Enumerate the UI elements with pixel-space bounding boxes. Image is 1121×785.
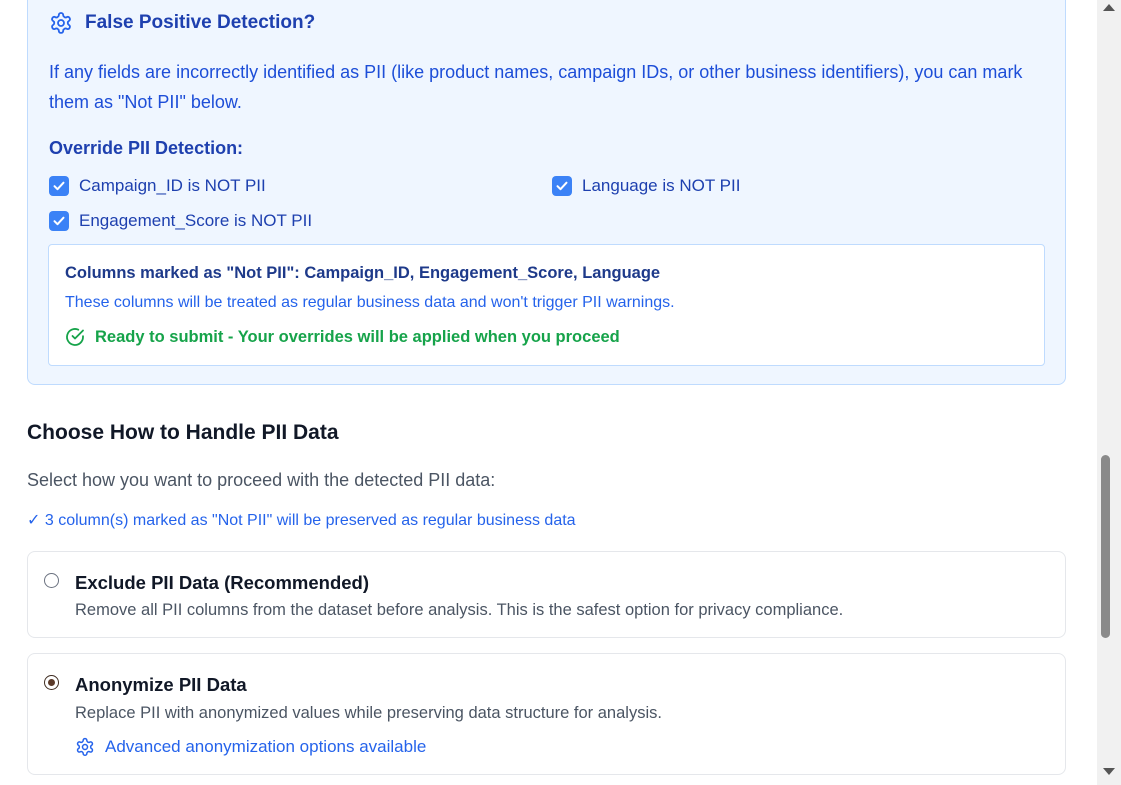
checkbox-checked-icon[interactable] [49,211,69,231]
option-title: Anonymize PII Data [75,674,247,695]
false-positive-title: False Positive Detection? [85,12,316,33]
check-circle-icon [65,327,85,347]
scroll-up-arrow-icon[interactable] [1103,4,1115,11]
radio-exclude[interactable] [44,573,59,588]
checkbox-checked-icon[interactable] [49,176,69,196]
main-content: False Positive Detection? If any fields … [0,0,1097,785]
false-positive-header: False Positive Detection? [49,11,315,35]
section-subtitle: Select how you want to proceed with the … [27,470,496,490]
gear-icon [49,11,73,35]
checkbox-checked-icon[interactable] [552,176,572,196]
option-description: Replace PII with anonymized values while… [75,704,662,722]
scrollbar-thumb[interactable] [1101,455,1110,638]
override-label: Campaign_ID is NOT PII [79,176,266,195]
advanced-options-text: Advanced anonymization options available [105,737,427,756]
override-language[interactable]: Language is NOT PII [552,176,740,196]
override-label: Language is NOT PII [582,176,741,195]
option-title: Exclude PII Data (Recommended) [75,572,370,593]
override-heading: Override PII Detection: [49,138,244,158]
gear-icon [75,737,95,757]
override-engagement-score[interactable]: Engagement_Score is NOT PII [49,211,312,231]
option-exclude-pii[interactable]: Exclude PII Data (Recommended) Remove al… [27,551,1066,638]
section-title: Choose How to Handle PII Data [27,421,339,444]
false-positive-description: If any fields are incorrectly identified… [49,62,1023,112]
option-description: Remove all PII columns from the dataset … [75,601,844,619]
summary-note: These columns will be treated as regular… [65,294,675,311]
summary-title: Columns marked as "Not PII": Campaign_ID… [65,264,661,282]
preserved-note: ✓ 3 column(s) marked as "Not PII" will b… [27,512,576,529]
ready-text: Ready to submit - Your overrides will be… [95,327,620,346]
override-summary: Columns marked as "Not PII": Campaign_ID… [48,244,1045,366]
radio-anonymize[interactable] [44,675,59,690]
false-positive-panel: False Positive Detection? If any fields … [27,0,1066,385]
ready-status: Ready to submit - Your overrides will be… [65,327,620,347]
advanced-options-link[interactable]: Advanced anonymization options available [75,737,426,757]
option-anonymize-pii[interactable]: Anonymize PII Data Replace PII with anon… [27,653,1066,775]
scroll-down-arrow-icon[interactable] [1103,768,1115,775]
override-campaign-id[interactable]: Campaign_ID is NOT PII [49,176,266,196]
vertical-scrollbar[interactable] [1097,0,1121,785]
override-label: Engagement_Score is NOT PII [79,211,313,230]
